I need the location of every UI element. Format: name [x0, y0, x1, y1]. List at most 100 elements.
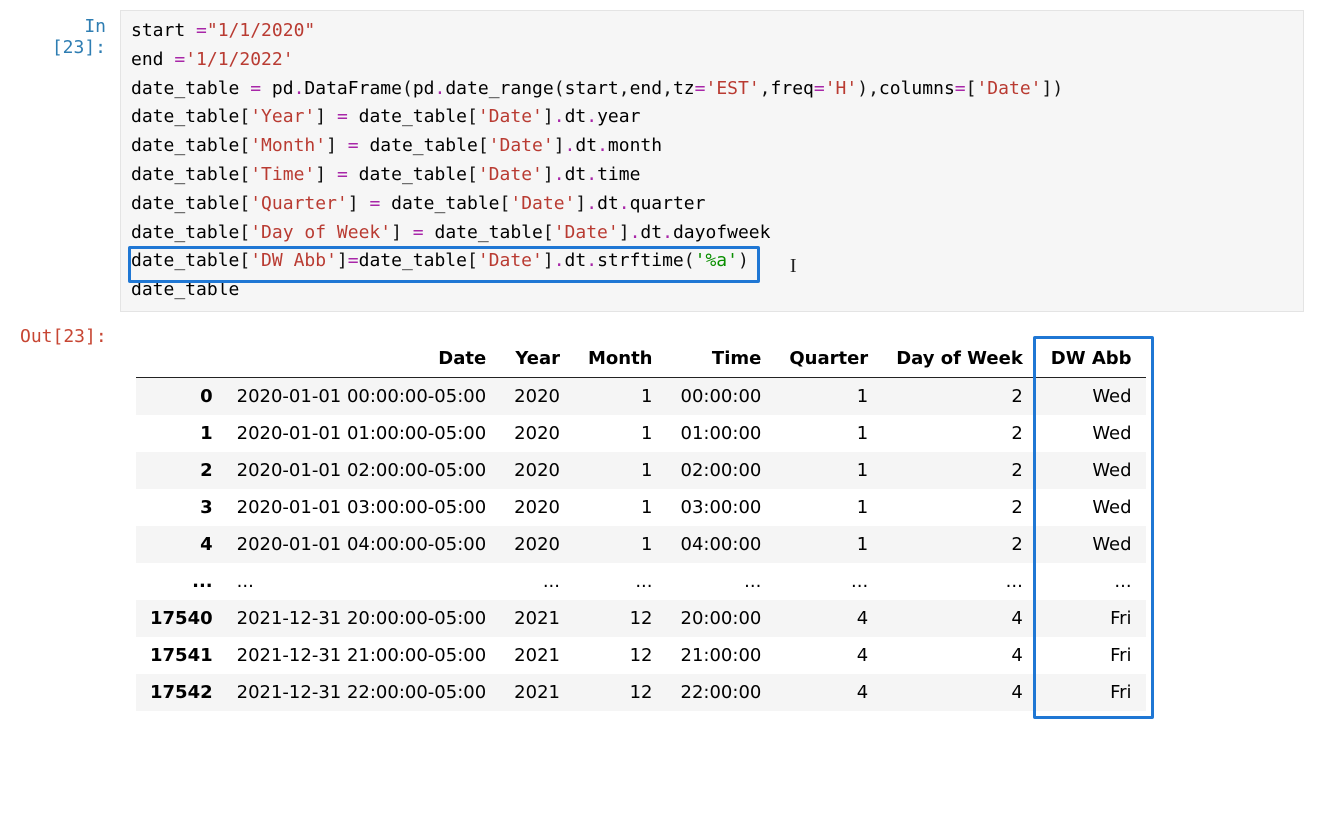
- code-line[interactable]: date_table['Month'] = date_table['Date']…: [131, 132, 1293, 161]
- code-token: ]: [315, 106, 326, 127]
- code-token: [: [478, 135, 489, 156]
- code-token: (: [402, 78, 413, 99]
- table-header: Month: [574, 340, 667, 378]
- table-cell: 2021-12-31 22:00:00-05:00: [231, 674, 501, 711]
- input-cell: In [23]: start ="1/1/2020"end ='1/1/2022…: [20, 10, 1304, 312]
- code-line[interactable]: date_table['Quarter'] = date_table['Date…: [131, 190, 1293, 219]
- code-line[interactable]: date_table['DW Abb']=date_table['Date'].…: [131, 247, 1293, 276]
- table-cell: Fri: [1037, 600, 1146, 637]
- code-token: ]: [543, 250, 554, 271]
- code-line[interactable]: date_table = pd.DataFrame(pd.date_range(…: [131, 75, 1293, 104]
- code-token: =: [250, 78, 261, 99]
- table-row: 175412021-12-31 21:00:00-05:0020211221:0…: [136, 637, 1146, 674]
- code-token: end: [131, 49, 174, 70]
- code-token: ): [1052, 78, 1063, 99]
- table-cell: 2020: [500, 526, 574, 563]
- table-cell: ...: [667, 563, 776, 600]
- code-token: date_table: [131, 164, 239, 185]
- code-input-area[interactable]: start ="1/1/2020"end ='1/1/2022'date_tab…: [120, 10, 1304, 312]
- code-token: dt: [640, 222, 662, 243]
- code-token: date_table: [131, 135, 239, 156]
- table-cell: 2021: [500, 600, 574, 637]
- code-line[interactable]: date_table['Time'] = date_table['Date'].…: [131, 161, 1293, 190]
- table-row: ........................: [136, 563, 1146, 600]
- code-token: =: [174, 49, 185, 70]
- code-token: [: [239, 135, 250, 156]
- table-cell: 2020: [500, 377, 574, 415]
- row-index: 17542: [136, 674, 231, 711]
- code-token: =: [695, 78, 706, 99]
- code-token: ]: [543, 106, 554, 127]
- row-index: 17541: [136, 637, 231, 674]
- table-row: 42020-01-01 04:00:00-05:002020104:00:001…: [136, 526, 1146, 563]
- code-token: ,: [662, 78, 673, 99]
- table-cell: ...: [775, 563, 882, 600]
- code-token: date_table: [131, 106, 239, 127]
- table-row: 02020-01-01 00:00:00-05:002020100:00:001…: [136, 377, 1146, 415]
- table-cell: 2020-01-01 01:00:00-05:00: [231, 415, 501, 452]
- table-header: Quarter: [775, 340, 882, 378]
- code-line[interactable]: start ="1/1/2020": [131, 17, 1293, 46]
- code-token: [: [500, 193, 511, 214]
- code-token: 'Date': [510, 193, 575, 214]
- table-cell: ...: [574, 563, 667, 600]
- table-cell: 1: [574, 377, 667, 415]
- code-line[interactable]: date_table['Year'] = date_table['Date'].…: [131, 103, 1293, 132]
- code-token: .: [597, 135, 608, 156]
- code-token: [: [543, 222, 554, 243]
- table-cell: ...: [231, 563, 501, 600]
- code-token: [326, 164, 337, 185]
- table-cell: Fri: [1037, 674, 1146, 711]
- code-token: date_table: [131, 250, 239, 271]
- code-token: [: [239, 222, 250, 243]
- table-cell: 2: [882, 377, 1037, 415]
- code-line[interactable]: end ='1/1/2022': [131, 46, 1293, 75]
- code-token: =: [955, 78, 966, 99]
- table-cell: 1: [775, 377, 882, 415]
- code-token: .: [435, 78, 446, 99]
- row-index: ...: [136, 563, 231, 600]
- table-cell: ...: [500, 563, 574, 600]
- table-cell: 02:00:00: [667, 452, 776, 489]
- code-token: [: [467, 250, 478, 271]
- code-line[interactable]: date_table: [131, 276, 1293, 305]
- table-cell: 12: [574, 674, 667, 711]
- code-token: (: [684, 250, 695, 271]
- table-cell: Wed: [1037, 452, 1146, 489]
- code-token: ]: [554, 135, 565, 156]
- code-line[interactable]: date_table['Day of Week'] = date_table['…: [131, 219, 1293, 248]
- table-cell: 1: [775, 415, 882, 452]
- code-token: year: [597, 106, 640, 127]
- code-token: .: [586, 250, 597, 271]
- row-index: 2: [136, 452, 231, 489]
- code-token: ]: [1042, 78, 1053, 99]
- table-cell: 2021: [500, 674, 574, 711]
- table-cell: 2: [882, 489, 1037, 526]
- table-header: Date: [231, 340, 501, 378]
- code-token: 'Date': [976, 78, 1041, 99]
- code-token: date_table: [380, 193, 499, 214]
- table-cell: 20:00:00: [667, 600, 776, 637]
- code-token: =: [348, 250, 359, 271]
- table-cell: 2021-12-31 20:00:00-05:00: [231, 600, 501, 637]
- code-token: date_table: [131, 279, 239, 300]
- code-token: =: [337, 106, 348, 127]
- code-token: freq: [771, 78, 814, 99]
- code-token: ]: [391, 222, 402, 243]
- code-token: =: [196, 20, 207, 41]
- code-token: .: [565, 135, 576, 156]
- table-cell: Fri: [1037, 637, 1146, 674]
- table-cell: 1: [574, 526, 667, 563]
- code-token: [: [467, 164, 478, 185]
- table-cell: 1: [775, 452, 882, 489]
- code-token: ]: [619, 222, 630, 243]
- table-cell: Wed: [1037, 526, 1146, 563]
- code-token: [: [239, 193, 250, 214]
- code-token: ,: [868, 78, 879, 99]
- code-token: start: [565, 78, 619, 99]
- code-token: [: [966, 78, 977, 99]
- table-row: 175402021-12-31 20:00:00-05:0020211220:0…: [136, 600, 1146, 637]
- table-cell: 2021: [500, 637, 574, 674]
- code-token: .: [630, 222, 641, 243]
- table-cell: 4: [775, 600, 882, 637]
